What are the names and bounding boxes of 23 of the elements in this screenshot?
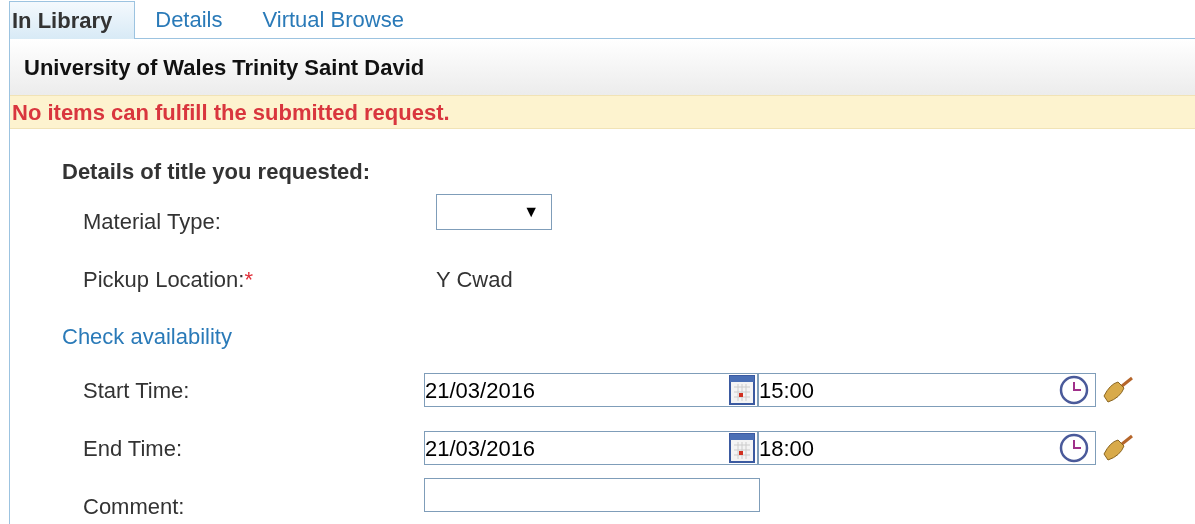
broom-icon[interactable] [1102, 376, 1134, 404]
date-field[interactable]: 21/03/2016 [424, 373, 758, 407]
tab[interactable]: Virtual Browse [242, 0, 424, 38]
clock-icon[interactable] [1059, 375, 1089, 405]
field-label: Material Type: [82, 208, 222, 236]
calendar-icon[interactable] [729, 375, 755, 405]
tab[interactable]: In Library [9, 1, 136, 39]
field-label: Pickup Location:* [82, 266, 254, 294]
clock-icon[interactable] [1059, 433, 1089, 463]
time-field[interactable]: 15:00 [758, 373, 1096, 407]
alert-message: No items can fulfill the submitted request. [10, 95, 1195, 129]
date-field[interactable]: 21/03/2016 [424, 431, 758, 465]
tab[interactable]: Details [135, 0, 243, 38]
broom-icon[interactable] [1102, 434, 1134, 462]
check-availability-link[interactable]: Check availability [62, 319, 232, 353]
required-mark: * [244, 267, 253, 292]
calendar-icon[interactable] [729, 433, 755, 463]
comment-field[interactable] [424, 478, 760, 512]
field-label: Comment: [82, 492, 186, 521]
pickup-location-value: Y Cwad [436, 266, 513, 294]
time-field[interactable]: 18:00 [758, 431, 1096, 465]
section-title: Details of title you requested: [62, 158, 372, 185]
material-type-select[interactable]: ▼ [436, 193, 552, 230]
